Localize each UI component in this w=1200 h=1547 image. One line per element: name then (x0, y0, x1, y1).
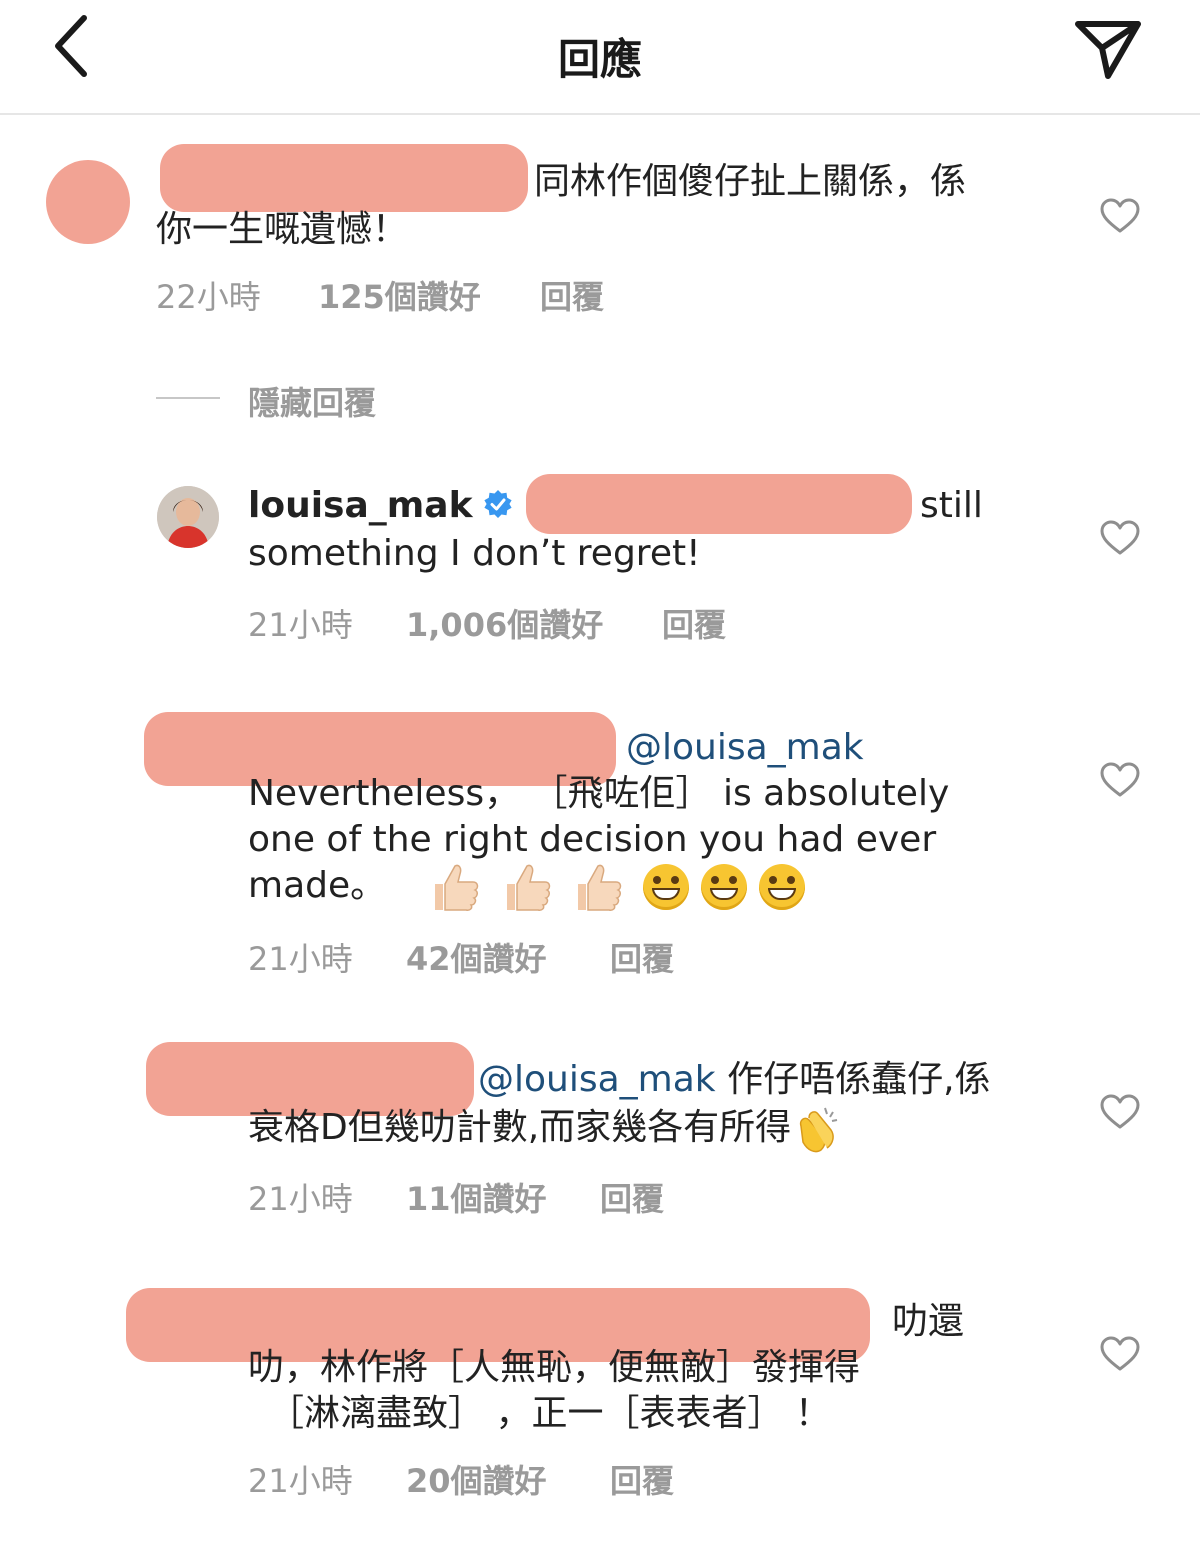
thumbs-up-emoji-icon (435, 864, 479, 911)
comment-username[interactable]: louisa_mak (248, 482, 513, 529)
page-title: 回應 (557, 35, 642, 84)
redacted-text (526, 474, 912, 534)
hide-replies-button[interactable]: 隱藏回覆 (248, 378, 376, 424)
comment-text: one of the right decision you had ever (248, 819, 937, 860)
avatar[interactable] (157, 486, 219, 548)
comment-time: 22小時 (156, 278, 261, 316)
reply-button[interactable]: 回覆 (600, 1174, 664, 1220)
comment-text: 同林作個傻仔扯上關係，係 (534, 161, 967, 202)
comment-text: still (920, 485, 983, 526)
like-count-button[interactable]: 42個讚好 (406, 934, 547, 980)
grinning-face-emoji-icon (643, 864, 690, 910)
comment-time: 21小時 (248, 606, 353, 644)
divider-line (156, 397, 220, 399)
like-count-button[interactable]: 125個讚好 (318, 272, 481, 318)
mention-link[interactable]: @louisa_mak (478, 1059, 716, 1100)
profile-photo (157, 486, 219, 548)
comment-text: something I don’t regret! (248, 533, 701, 574)
heart-icon[interactable] (1100, 1094, 1140, 1130)
comment-time: 21小時 (248, 1180, 353, 1218)
clapping-hands-emoji-icon (800, 1107, 838, 1153)
heart-icon[interactable] (1100, 520, 1140, 556)
reply-button[interactable]: 回覆 (610, 1456, 674, 1502)
like-count-button[interactable]: 11個讚好 (406, 1174, 547, 1220)
grinning-face-emoji-icon (701, 864, 748, 910)
heart-icon[interactable] (1100, 762, 1140, 798)
mention-link[interactable]: @louisa_mak (626, 724, 864, 771)
comment-time: 21小時 (248, 940, 353, 978)
comment-time: 21小時 (248, 1462, 353, 1500)
thumbs-up-emoji-icon (506, 864, 550, 911)
thumbs-up-emoji-icon (577, 864, 622, 911)
heart-icon[interactable] (1100, 198, 1140, 234)
comment-text-line: made。 (248, 862, 817, 912)
comment-text: 叻還 (892, 1301, 965, 1342)
comment-text: Nevertheless， ［飛咗佢］ is absolutely (248, 773, 950, 814)
heart-icon[interactable] (1100, 1336, 1140, 1372)
redacted-username (160, 144, 528, 212)
grinning-face-emoji-icon (759, 864, 806, 910)
paper-plane-icon[interactable] (1072, 18, 1144, 80)
comment-text: 叻，林作將［人無恥，便無敵］發揮得 (248, 1347, 861, 1388)
reply-button[interactable]: 回覆 (610, 934, 674, 980)
reply-button[interactable]: 回覆 (662, 600, 726, 646)
reply-button[interactable]: 回覆 (540, 272, 604, 318)
comment-text-line: 衰格D但幾叻計數,而家幾各有所得 (248, 1104, 853, 1154)
like-count-button[interactable]: 20個讚好 (406, 1456, 547, 1502)
avatar[interactable] (46, 160, 130, 244)
verified-badge-icon (483, 490, 512, 518)
like-count-button[interactable]: 1,006個讚好 (406, 600, 603, 646)
comment-text-line: @louisa_mak 作仔唔係蠢仔,係 (478, 1059, 991, 1100)
comment-text: 你一生嘅遺憾！ (156, 209, 409, 250)
comment-text: ［淋漓盡致］ ，正一［表表者］ ！ (268, 1393, 831, 1434)
